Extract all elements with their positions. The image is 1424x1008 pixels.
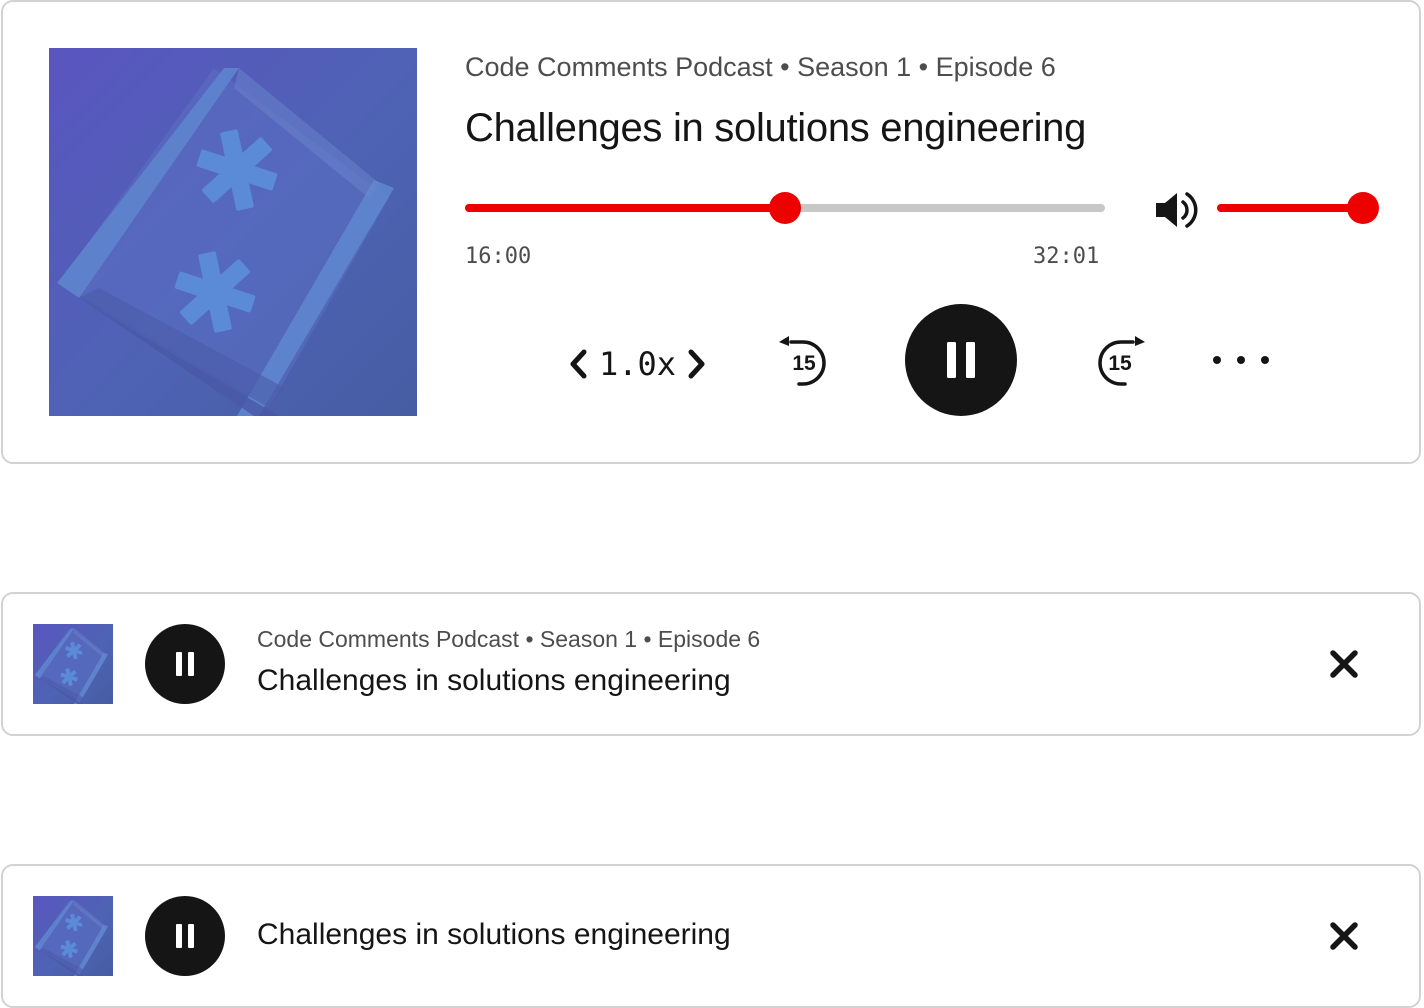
more-options-button[interactable] — [1213, 342, 1269, 378]
seek-forward-label: 15 — [1108, 352, 1132, 375]
current-time: 16:00 — [465, 244, 532, 269]
chevron-left-icon[interactable] — [565, 346, 591, 382]
episode-title: Challenges in solutions engineering — [257, 664, 731, 697]
more-horizontal-icon — [1213, 356, 1221, 364]
pause-icon — [176, 652, 194, 676]
full-player: Code Comments Podcast • Season 1 • Episo… — [1, 0, 1421, 464]
progress-thumb[interactable] — [769, 192, 801, 224]
pause-icon — [947, 342, 975, 378]
seek-forward-button[interactable]: 15 — [1087, 328, 1151, 392]
playback-rate: 1.0x — [599, 345, 677, 383]
compact-player: Code Comments Podcast • Season 1 • Episo… — [1, 592, 1421, 736]
volume-slider[interactable] — [1217, 192, 1379, 224]
pause-button[interactable] — [905, 304, 1017, 416]
mini-player: Challenges in solutions engineering — [1, 864, 1421, 1008]
episode-title: Challenges in solutions engineering — [257, 918, 731, 951]
progress-slider[interactable] — [465, 192, 1105, 224]
episode-artwork — [33, 624, 113, 704]
chevron-right-icon[interactable] — [684, 346, 710, 382]
progress-fill — [465, 204, 785, 212]
speaker-icon[interactable] — [1153, 188, 1203, 232]
close-icon[interactable] — [1325, 645, 1363, 683]
seek-back-label: 15 — [792, 352, 816, 375]
more-horizontal-icon — [1261, 356, 1269, 364]
more-horizontal-icon — [1237, 356, 1245, 364]
volume-thumb[interactable] — [1347, 192, 1379, 224]
pause-button[interactable] — [145, 624, 225, 704]
seek-back-button[interactable]: 15 — [773, 328, 837, 392]
episode-meta: Code Comments Podcast • Season 1 • Episo… — [465, 52, 1056, 82]
episode-title: Challenges in solutions engineering — [465, 106, 1087, 150]
volume-fill — [1217, 204, 1363, 212]
episode-artwork — [33, 896, 113, 976]
episode-artwork — [49, 48, 417, 416]
pause-button[interactable] — [145, 896, 225, 976]
close-icon[interactable] — [1325, 917, 1363, 955]
playback-rate-control: 1.0x — [565, 338, 710, 390]
total-time: 32:01 — [1033, 244, 1100, 269]
episode-meta: Code Comments Podcast • Season 1 • Episo… — [257, 626, 761, 652]
pause-icon — [176, 924, 194, 948]
